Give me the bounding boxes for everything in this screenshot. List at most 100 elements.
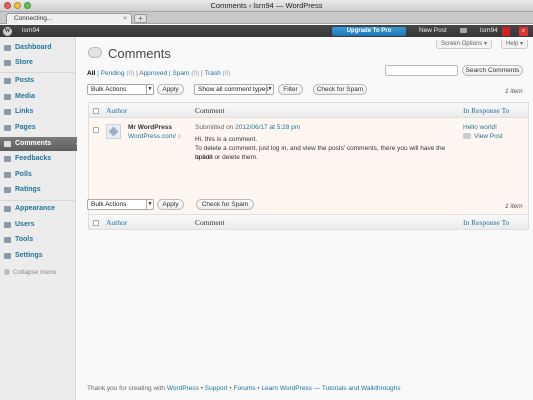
sidebar-item-pages[interactable]: Pages (0, 121, 76, 135)
admin-bar-site-name[interactable]: lsrn94 (22, 25, 40, 37)
sidebar-item-label: Posts (15, 77, 35, 84)
media-icon (4, 94, 11, 100)
item-count: 1 item (505, 88, 523, 95)
sidebar-item-label: Media (15, 93, 35, 100)
footer-bullet: • (200, 385, 203, 392)
bulk-actions-value: Bulk Actions (91, 201, 127, 208)
filter-pending[interactable]: Pending (101, 70, 125, 77)
avatar[interactable] (502, 26, 510, 36)
page-title: Comments (108, 46, 171, 61)
tab-close-icon[interactable]: × (123, 14, 127, 24)
apply-button[interactable]: Apply (157, 84, 184, 95)
submitted-date-link[interactable]: 2012/06/17 at 5:28 pm (235, 124, 300, 131)
upgrade-to-pro-button[interactable]: Upgrade To Pro (332, 26, 406, 36)
tab-bar: Connecting... × + (0, 12, 533, 24)
polls-icon (4, 172, 11, 178)
sidebar-item-comments[interactable]: Comments (0, 137, 81, 151)
footer-bullet: • (257, 385, 260, 392)
view-post-label: View Post (474, 133, 503, 140)
filter-spam[interactable]: Spam (172, 70, 189, 77)
row-checkbox[interactable] (93, 127, 99, 133)
sidebar-separator (0, 72, 76, 73)
sidebar-item-label: Settings (15, 252, 43, 259)
sidebar-item-label: Polls (15, 171, 32, 178)
pages-icon (4, 125, 11, 131)
table-footer: Author Comment In Response To (89, 214, 528, 229)
search-icon[interactable]: ⌕ (519, 26, 528, 36)
filter-separator: | (168, 70, 171, 77)
pending-count: (0) (126, 70, 135, 77)
comment-type-select[interactable]: Show all comment types ▼ (194, 84, 274, 95)
footer-wordpress-link[interactable]: WordPress (167, 385, 199, 392)
bulk-actions-select[interactable]: Bulk Actions ▼ (87, 84, 154, 95)
item-count-bottom: 1 item (505, 203, 523, 210)
collapse-icon (4, 269, 10, 276)
sidebar-item-links[interactable]: Links (0, 105, 76, 119)
window-titlebar: Comments ‹ lsrn94 — WordPress (0, 0, 533, 12)
check-for-spam-button[interactable]: Check for Spam (313, 84, 367, 95)
author-url-link[interactable]: WordPress.com/ (128, 133, 176, 140)
footer-text: Thank you for creating with (87, 385, 166, 392)
wordpress-logo-icon[interactable]: W (3, 26, 12, 36)
sidebar-item-polls[interactable]: Polls (0, 168, 76, 182)
filter-all[interactable]: All (87, 70, 95, 77)
column-comment-footer: Comment (195, 218, 225, 227)
store-icon (4, 60, 11, 66)
collapse-menu-button[interactable]: Collapse menu (4, 269, 56, 276)
response-post-link[interactable]: Hello world! (463, 124, 497, 131)
footer-support-link[interactable]: Support (205, 385, 228, 392)
column-response-footer[interactable]: In Response To (463, 218, 509, 227)
view-post-link[interactable]: View Post (463, 133, 503, 140)
new-post-link[interactable]: New Post (419, 25, 447, 37)
check-for-spam-button-bottom[interactable]: Check for Spam (196, 199, 254, 210)
sidebar-item-store[interactable]: Store (0, 56, 76, 70)
sidebar-item-feedbacks[interactable]: Feedbacks (0, 152, 76, 166)
apply-button-bottom[interactable]: Apply (157, 199, 184, 210)
submitted-on: Submitted on 2012/06/17 at 5:28 pm (195, 124, 300, 131)
author-name: Mr WordPress (128, 124, 172, 131)
sidebar-item-label: Appearance (15, 205, 56, 212)
filter-button[interactable]: Filter (278, 84, 303, 95)
select-all-checkbox[interactable] (93, 108, 99, 114)
author-url-separator: x (177, 133, 181, 140)
new-tab-button[interactable]: + (134, 14, 147, 23)
column-response[interactable]: In Response To (463, 106, 509, 115)
sidebar-item-users[interactable]: Users (0, 218, 76, 232)
window-controls (4, 2, 31, 9)
column-author-footer[interactable]: Author (106, 218, 127, 227)
footer-forums-link[interactable]: Forums (233, 385, 255, 392)
select-all-checkbox-footer[interactable] (93, 220, 99, 226)
sidebar-item-settings[interactable]: Settings (0, 249, 76, 263)
zoom-window-button[interactable] (24, 2, 31, 9)
ratings-icon (4, 187, 11, 193)
search-comments-button[interactable]: Search Comments (462, 65, 523, 76)
comments-icon (4, 141, 11, 147)
sidebar-item-media[interactable]: Media (0, 90, 76, 104)
footer-learn-link[interactable]: Learn WordPress — Tutorials and Walkthro… (261, 385, 400, 392)
help-button[interactable]: Help ▾ (500, 40, 528, 49)
comment-bubble-icon[interactable] (460, 28, 467, 33)
filter-approved[interactable]: Approved (139, 70, 167, 77)
admin-bar-user[interactable]: lsrn94 (480, 25, 498, 37)
screen-options-button[interactable]: Screen Options ▾ (435, 40, 492, 49)
sidebar-item-dashboard[interactable]: Dashboard (0, 41, 76, 55)
posts-icon (4, 78, 11, 84)
sidebar-item-appearance[interactable]: Appearance (0, 202, 76, 216)
close-window-button[interactable] (4, 2, 11, 9)
bulk-actions-select-bottom[interactable]: Bulk Actions ▼ (87, 199, 154, 210)
admin-sidebar: Dashboard Store Posts Media Links Pages … (0, 37, 81, 400)
sidebar-item-tools[interactable]: Tools (0, 233, 76, 247)
chevron-down-icon: ▼ (146, 200, 153, 209)
column-author[interactable]: Author (106, 106, 127, 115)
sidebar-item-label: Pages (15, 124, 36, 131)
minimize-window-button[interactable] (14, 2, 21, 9)
sidebar-item-label: Links (15, 108, 34, 115)
sidebar-item-ratings[interactable]: Ratings (0, 183, 76, 197)
filter-trash[interactable]: Trash (204, 70, 220, 77)
comments-page-icon (88, 47, 102, 58)
search-input[interactable] (385, 65, 458, 76)
sidebar-item-posts[interactable]: Posts (0, 74, 76, 88)
filter-separator: | (97, 70, 99, 77)
browser-tab[interactable]: Connecting... × (6, 13, 132, 24)
spam-count: (0) (191, 70, 200, 77)
